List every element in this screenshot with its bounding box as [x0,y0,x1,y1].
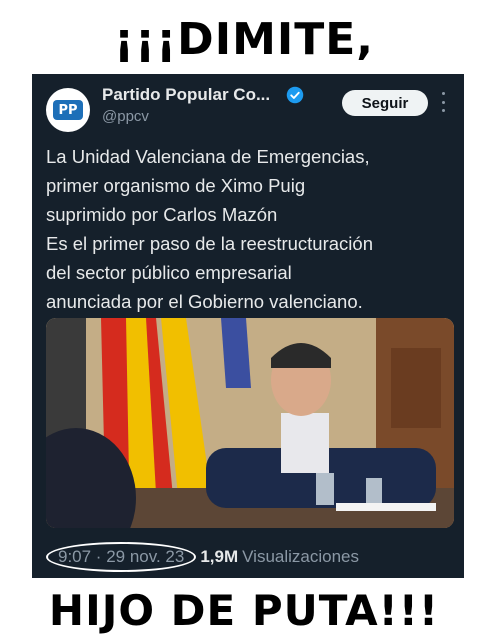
more-options-icon[interactable] [440,92,446,112]
follow-button[interactable]: Seguir [342,90,428,116]
bottom-caption: HIJO DE PUTA!!! [48,586,440,635]
top-caption: ¡¡¡DIMITE, [113,14,375,65]
avatar[interactable]: PP [46,88,90,132]
tweet-text: La Unidad Valenciana de Emergencias, pri… [46,146,373,312]
verified-badge-icon [286,86,304,104]
account-name[interactable]: Partido Popular Co... [102,85,270,105]
pp-logo-icon: PP [53,100,83,120]
photo-illustration [46,318,454,528]
timestamp[interactable]: 9:07 · 29 nov. 23 [46,542,197,572]
tweet-card: PP Partido Popular Co... @ppcv Seguir La… [32,74,464,578]
tweet-meta: 9:07 · 29 nov. 23 1,9M Visualizaciones [46,542,359,572]
tweet-photo[interactable] [46,318,454,528]
views-count: 1,9M [200,547,239,566]
account-handle[interactable]: @ppcv [102,108,149,125]
views-label: Visualizaciones [242,547,360,566]
